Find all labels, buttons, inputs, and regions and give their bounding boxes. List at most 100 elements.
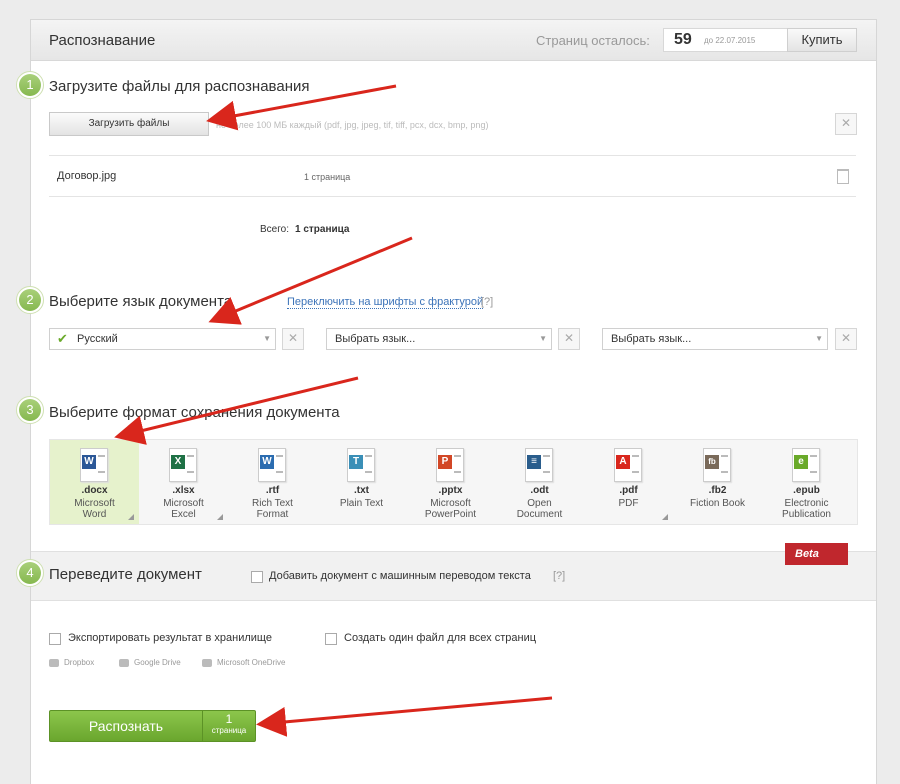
- language-select-3[interactable]: Выбрать язык... ▼: [602, 328, 828, 350]
- step3-title: Выберите формат сохранения документа: [49, 404, 340, 421]
- recognize-label: Распознать: [88, 718, 164, 734]
- translate-checkbox[interactable]: [251, 571, 263, 583]
- step-3-marker: 3: [16, 396, 44, 424]
- fb2-icon: fb: [703, 448, 731, 482]
- export-storage-checkbox[interactable]: [49, 633, 61, 645]
- clear-files-button[interactable]: ✕: [835, 113, 857, 135]
- pdf-icon: A: [614, 448, 642, 482]
- step-1-marker: 1: [16, 71, 44, 99]
- chevron-down-icon: ▼: [815, 334, 823, 343]
- format-ext: .fb2: [708, 485, 727, 496]
- format-ext: .pptx: [438, 485, 463, 496]
- format-txt[interactable]: T .txt Plain Text: [317, 440, 406, 524]
- language-1-clear-button[interactable]: ✕: [282, 328, 304, 350]
- upload-hint: не более 100 МБ каждый (pdf, jpg, jpeg, …: [216, 120, 489, 130]
- format-desc: Electronic Publication: [782, 498, 831, 520]
- recognize-button[interactable]: Распознать 1 страница: [49, 710, 256, 742]
- format-desc: Open Document: [516, 498, 563, 520]
- format-pdf[interactable]: A .pdf PDF: [584, 440, 673, 524]
- storage-google-drive[interactable]: Google Drive: [119, 658, 181, 667]
- language-select-2-value: Выбрать язык...: [335, 333, 416, 345]
- docx-icon: W: [80, 448, 108, 482]
- chevron-down-icon: ▼: [539, 334, 547, 343]
- close-icon: ✕: [287, 331, 299, 345]
- dropdown-corner-icon[interactable]: [217, 514, 223, 520]
- pages-left-count: 59: [674, 31, 692, 48]
- checkmark-icon: ✔: [57, 331, 68, 346]
- format-ext: .docx: [81, 485, 108, 496]
- format-ext: .txt: [354, 485, 369, 496]
- export-storage-label: Экспортировать результат в хранилище: [68, 632, 272, 644]
- page-title: Распознавание: [49, 32, 156, 49]
- single-file-label: Создать один файл для всех страниц: [344, 632, 537, 644]
- buy-button[interactable]: Купить: [787, 28, 857, 52]
- odt-icon: ≡: [525, 448, 553, 482]
- onedrive-icon: [202, 658, 212, 667]
- file-name: Договор.jpg: [57, 170, 117, 182]
- total-value: 1 страница: [295, 224, 350, 235]
- total-label: Всего:: [260, 224, 289, 235]
- format-xlsx[interactable]: X .xlsx Microsoft Excel: [139, 440, 228, 524]
- dropbox-icon: [49, 658, 59, 667]
- storage-dropbox[interactable]: Dropbox: [49, 658, 94, 667]
- translate-section: Переведите документ Добавить документ с …: [31, 551, 876, 601]
- xlsx-icon: X: [169, 448, 197, 482]
- valid-until: до 22.07.2015: [704, 36, 756, 45]
- step2-title: Выберите язык документа: [49, 293, 233, 310]
- storage-onedrive[interactable]: Microsoft OneDrive: [202, 658, 285, 667]
- translate-checkbox-label: Добавить документ с машинным переводом т…: [269, 570, 531, 582]
- language-select-2[interactable]: Выбрать язык... ▼: [326, 328, 552, 350]
- recognize-page-count: 1 страница: [211, 712, 247, 736]
- close-icon: ✕: [840, 116, 852, 130]
- translate-help[interactable]: [?]: [553, 570, 565, 582]
- single-file-checkbox[interactable]: [325, 633, 337, 645]
- fraktur-help[interactable]: [?]: [481, 296, 493, 308]
- language-2-clear-button[interactable]: ✕: [558, 328, 580, 350]
- format-pptx[interactable]: P .pptx Microsoft PowerPoint: [406, 440, 495, 524]
- upload-files-button[interactable]: Загрузить файлы: [49, 112, 209, 136]
- file-pages: 1 страница: [304, 172, 351, 182]
- format-desc: PDF: [618, 498, 639, 509]
- beta-badge: Beta: [785, 543, 848, 565]
- fraktur-link[interactable]: Переключить на шрифты с фрактурой: [287, 296, 484, 309]
- trash-icon[interactable]: [837, 169, 849, 184]
- format-desc: Rich Text Format: [252, 498, 293, 520]
- close-icon: ✕: [840, 331, 852, 345]
- format-selector: W .docx Microsoft Word X .xlsx Microsoft E…: [49, 439, 858, 525]
- chevron-down-icon: ▼: [263, 334, 271, 343]
- google-drive-icon: [119, 658, 129, 667]
- pptx-icon: P: [436, 448, 464, 482]
- recognition-panel: Распознавание Страниц осталось: 59 до 22…: [30, 19, 877, 784]
- format-fb2[interactable]: fb .fb2 Fiction Book: [673, 440, 762, 524]
- dropdown-corner-icon[interactable]: [662, 514, 668, 520]
- format-docx[interactable]: W .docx Microsoft Word: [50, 440, 139, 524]
- format-rtf[interactable]: W .rtf Rich Text Format: [228, 440, 317, 524]
- pages-left-label: Страниц осталось:: [536, 33, 650, 48]
- format-desc: Microsoft Word: [74, 498, 115, 520]
- close-icon: ✕: [563, 331, 575, 345]
- format-desc: Plain Text: [339, 498, 384, 509]
- format-ext: .xlsx: [172, 485, 195, 496]
- panel-header: Распознавание Страниц осталось: 59 до 22…: [31, 20, 876, 61]
- step1-title: Загрузите файлы для распознавания: [49, 78, 310, 95]
- rtf-icon: W: [258, 448, 286, 482]
- format-odt[interactable]: ≡ .odt Open Document: [495, 440, 584, 524]
- pages-counter: 59 до 22.07.2015: [663, 28, 788, 52]
- format-epub[interactable]: e .epub Electronic Publication: [762, 440, 851, 524]
- epub-icon: e: [792, 448, 820, 482]
- format-desc: Fiction Book: [689, 498, 746, 509]
- format-desc: Microsoft PowerPoint: [424, 498, 477, 520]
- format-desc: Microsoft Excel: [163, 498, 204, 520]
- language-3-clear-button[interactable]: ✕: [835, 328, 857, 350]
- step-2-marker: 2: [16, 286, 44, 314]
- file-row: Договор.jpg 1 страница: [49, 155, 856, 197]
- format-ext: .epub: [793, 485, 820, 496]
- format-ext: .pdf: [619, 485, 638, 496]
- step4-title: Переведите документ: [49, 566, 202, 583]
- txt-icon: T: [347, 448, 375, 482]
- step-4-marker: 4: [16, 559, 44, 587]
- total-pages: Всего: 1 страница: [260, 224, 350, 235]
- language-select-1-value: Русский: [77, 333, 118, 345]
- language-select-1[interactable]: ✔ Русский ▼: [49, 328, 276, 350]
- dropdown-corner-icon[interactable]: [128, 514, 134, 520]
